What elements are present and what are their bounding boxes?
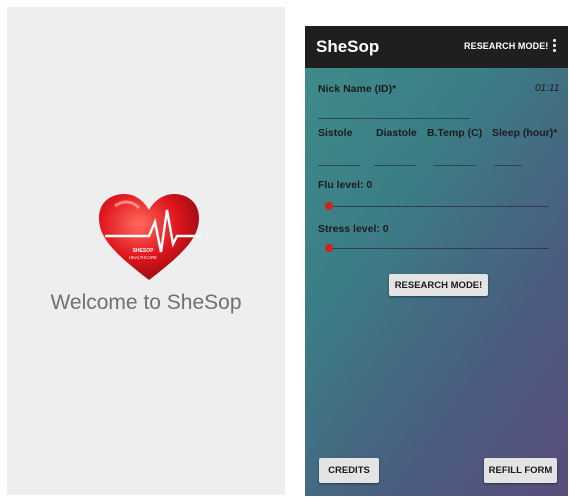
btemp-label: B.Temp (C) bbox=[427, 127, 483, 139]
app-bar: SheSop RESEARCH MODE! bbox=[305, 26, 568, 68]
btemp-input[interactable] bbox=[434, 165, 476, 166]
splash-screen: SHESOP HEALTHCARE Welcome to SheSop bbox=[7, 7, 285, 495]
flu-level-label: Flu level: 0 bbox=[318, 179, 373, 191]
app-title: SheSop bbox=[316, 37, 380, 56]
refill-form-button[interactable]: REFILL FORM bbox=[484, 458, 557, 483]
diastole-label: Diastole bbox=[376, 127, 417, 139]
stress-slider-track[interactable] bbox=[329, 248, 549, 249]
sistole-input[interactable] bbox=[318, 165, 360, 166]
welcome-text: Welcome to SheSop bbox=[50, 291, 242, 314]
flu-slider-track[interactable] bbox=[329, 206, 549, 207]
diastole-input[interactable] bbox=[374, 165, 416, 166]
sleep-label: Sleep (hour)* bbox=[492, 127, 558, 139]
app-screen: SheSop RESEARCH MODE! Nick Name (ID)* 01… bbox=[305, 26, 568, 496]
time-display: 01:11 bbox=[535, 83, 560, 94]
logo-text-line1: SHESOP bbox=[133, 248, 155, 254]
stress-slider-thumb[interactable] bbox=[325, 244, 333, 252]
sistole-label: Sistole bbox=[318, 127, 353, 139]
appbar-research-mode-button[interactable]: RESEARCH MODE! bbox=[464, 41, 548, 51]
logo-text-line2: HEALTHCARE bbox=[129, 255, 157, 260]
research-mode-button[interactable]: RESEARCH MODE! bbox=[389, 274, 488, 296]
stress-level-label: Stress level: 0 bbox=[318, 223, 389, 235]
heart-logo-icon: SHESOP HEALTHCARE bbox=[99, 194, 201, 280]
nickname-label: Nick Name (ID)* bbox=[318, 83, 397, 95]
credits-button[interactable]: CREDITS bbox=[319, 458, 379, 483]
flu-slider-thumb[interactable] bbox=[325, 202, 333, 210]
nickname-input[interactable] bbox=[318, 118, 470, 119]
sleep-input[interactable] bbox=[494, 165, 522, 166]
overflow-menu-icon[interactable] bbox=[551, 39, 557, 55]
